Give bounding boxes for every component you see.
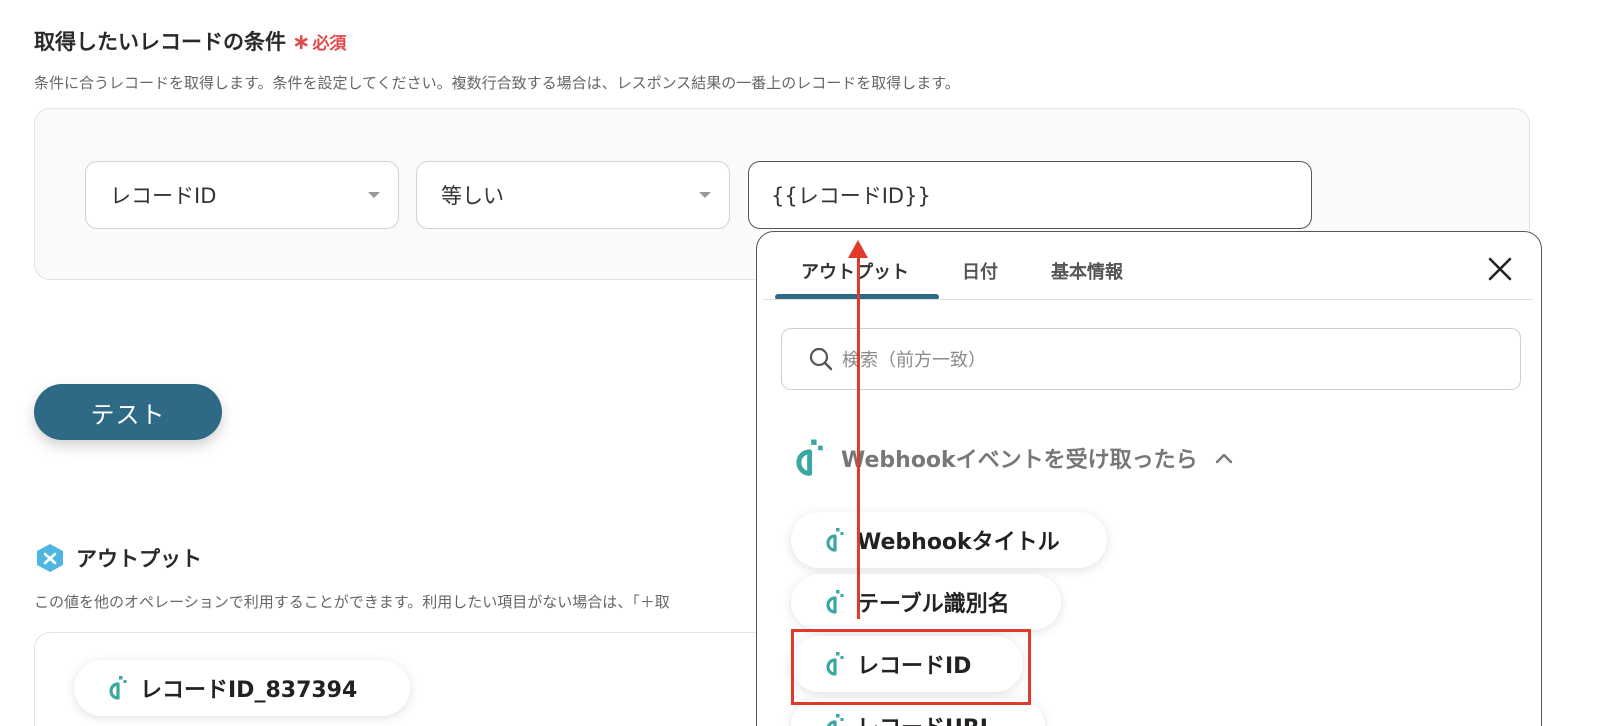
highlight-box: [791, 629, 1031, 705]
test-button[interactable]: テスト: [34, 384, 222, 440]
chevron-down-icon: [699, 192, 711, 198]
output-item[interactable]: レコードID_837394: [74, 660, 410, 716]
output-description: この値を他のオペレーションで利用することができます。利用したい項目がない場合は、…: [34, 593, 670, 611]
list-item-label: Webhookタイトル: [857, 530, 1060, 555]
list-item-label: テーブル識別名: [857, 592, 1010, 617]
close-button[interactable]: [1485, 254, 1515, 284]
annotation-arrow-line: [857, 255, 860, 619]
close-icon: [1488, 257, 1512, 281]
list-item-label: レコードURL: [857, 710, 994, 726]
yoom-app-icon: [826, 590, 844, 614]
tab-output[interactable]: アウトプット: [801, 258, 909, 284]
operator-select-value: 等しい: [441, 184, 504, 208]
group-title: Webhookイベントを受け取ったら: [841, 448, 1198, 473]
chevron-down-icon: [368, 192, 380, 198]
output-title: アウトプット: [76, 547, 202, 571]
field-select-value: レコードID: [110, 184, 217, 208]
tab-divider: [763, 299, 1533, 300]
variable-picker-popup: アウトプット 日付 基本情報 検索（前方一致） Webhookイベントを受け取っ…: [756, 231, 1542, 726]
operator-select[interactable]: 等しい: [416, 161, 730, 229]
yoom-app-icon: [826, 714, 844, 726]
yoom-app-icon: [796, 439, 823, 476]
search-icon: [809, 347, 833, 371]
yoom-app-icon: [109, 676, 127, 700]
condition-value-text: {{レコードID}}: [771, 184, 931, 208]
required-badge: ∗ 必須: [292, 29, 346, 55]
condition-value-input[interactable]: {{レコードID}}: [748, 161, 1312, 229]
condition-title-text: 取得したいレコードの条件: [34, 30, 286, 54]
chevron-up-icon: [1215, 453, 1232, 464]
field-select[interactable]: レコードID: [85, 161, 399, 229]
yoom-app-icon: [826, 528, 844, 552]
group-header[interactable]: Webhookイベントを受け取ったら: [785, 436, 1234, 480]
list-item-table-id[interactable]: テーブル識別名: [791, 574, 1061, 630]
required-label: 必須: [312, 34, 347, 54]
required-star: ∗: [292, 30, 311, 55]
output-icon: [37, 544, 63, 572]
tab-date[interactable]: 日付: [962, 258, 998, 284]
condition-description: 条件に合うレコードを取得します。条件を設定してください。複数行合致する場合は、レ…: [34, 74, 960, 92]
output-item-label: レコードID_837394: [140, 678, 358, 703]
annotation-arrow-head: [848, 240, 868, 258]
search-placeholder: 検索（前方一致）: [842, 350, 986, 371]
search-input[interactable]: 検索（前方一致）: [781, 328, 1521, 390]
list-item-webhook-title[interactable]: Webhookタイトル: [791, 512, 1107, 568]
condition-title: 取得したいレコードの条件 ∗ 必須: [34, 26, 346, 56]
tab-basic-info[interactable]: 基本情報: [1051, 258, 1123, 284]
output-header: アウトプット: [34, 542, 202, 574]
